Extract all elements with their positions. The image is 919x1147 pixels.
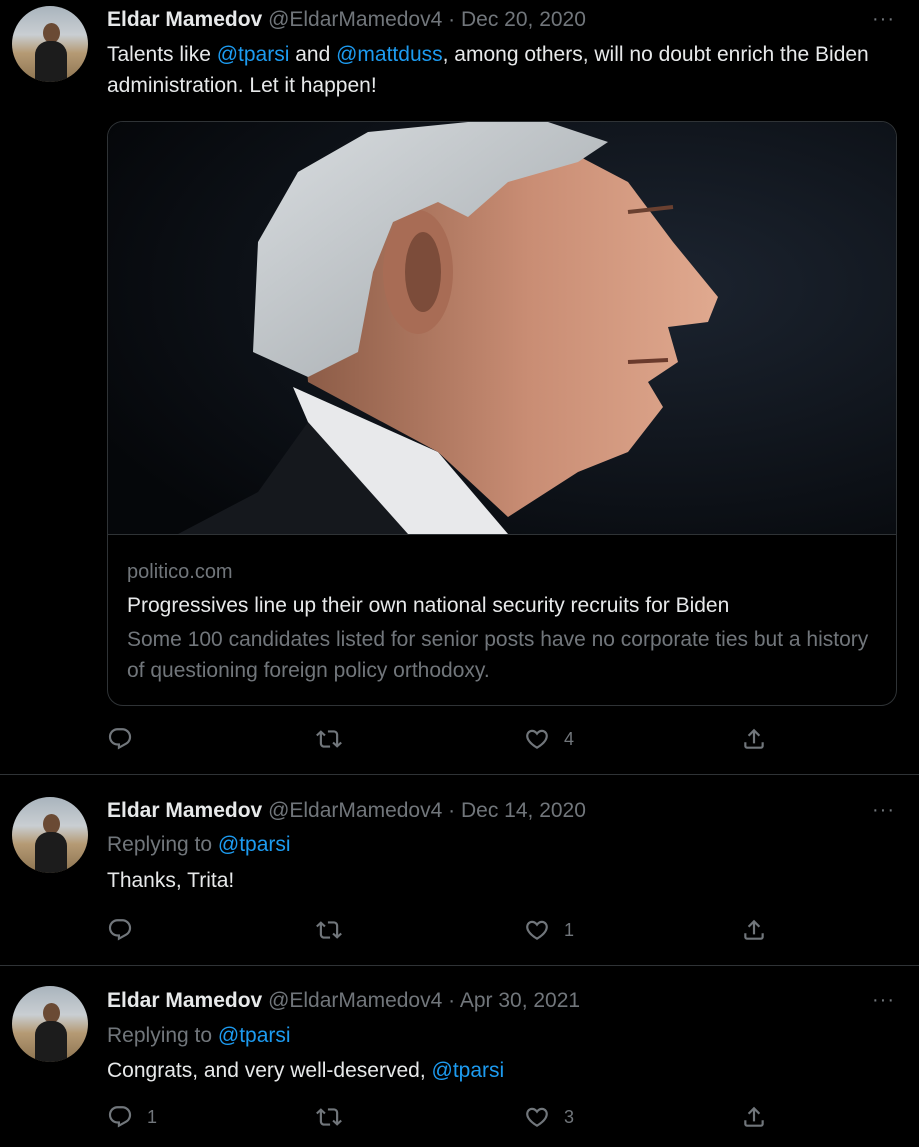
author-handle[interactable]: @EldarMamedov4 [268, 799, 442, 822]
tweet-actions: 1 3 [0, 1104, 919, 1134]
share-button[interactable] [741, 1104, 767, 1130]
avatar[interactable] [12, 797, 88, 873]
separator-dot: · [448, 989, 456, 1012]
card-title[interactable]: Progressives line up their own national … [127, 592, 729, 620]
retweet-icon [316, 726, 342, 752]
reply-icon [107, 726, 133, 752]
share-button[interactable] [741, 726, 767, 752]
separator-dot: · [448, 8, 456, 31]
tweet-actions: 1 [0, 917, 919, 947]
card-domain: politico.com [127, 561, 233, 583]
tweet-date[interactable]: Dec 20, 2020 [461, 8, 586, 31]
replying-label: Replying to [107, 1024, 218, 1047]
mention-link[interactable]: @mattduss [336, 43, 443, 66]
reply-count: 1 [147, 1106, 158, 1127]
tweet-date[interactable]: Apr 30, 2021 [460, 989, 580, 1012]
author-name[interactable]: Eldar Mamedov [107, 8, 262, 31]
tweet-1[interactable]: Eldar Mamedov @EldarMamedov4 · Dec 20, 2… [0, 0, 919, 774]
tweet-text-part: and [289, 43, 337, 66]
card-divider [108, 534, 896, 535]
reply-button[interactable] [107, 917, 147, 943]
like-button[interactable]: 3 [524, 1104, 574, 1130]
like-count: 1 [564, 919, 575, 940]
retweet-button[interactable] [316, 726, 356, 752]
tweet-text: Thanks, Trita! [107, 869, 235, 892]
separator-dot: · [448, 799, 456, 822]
mention-link[interactable]: @tparsi [218, 833, 291, 856]
heart-icon [524, 726, 550, 752]
retweet-icon [316, 1104, 342, 1130]
share-button[interactable] [741, 917, 767, 943]
reply-button[interactable] [107, 726, 147, 752]
author-handle[interactable]: @EldarMamedov4 [268, 989, 442, 1012]
link-card[interactable]: politico.com Progressives line up their … [107, 121, 897, 706]
replying-to: Replying to @tparsi [107, 832, 291, 858]
more-options-icon[interactable]: ··· [872, 9, 895, 29]
like-count: 4 [564, 728, 575, 749]
reply-button[interactable]: 1 [107, 1104, 157, 1130]
share-icon [741, 1104, 767, 1130]
like-button[interactable]: 4 [524, 726, 574, 752]
tweet-text: Talents like @tparsi and @mattduss, amon… [107, 39, 907, 101]
tweet-actions: 4 [0, 726, 919, 756]
retweet-icon [316, 917, 342, 943]
retweet-button[interactable] [316, 917, 356, 943]
heart-icon [524, 917, 550, 943]
avatar[interactable] [12, 986, 88, 1062]
tweet-header: Eldar Mamedov @EldarMamedov4 · Dec 20, 2… [107, 7, 586, 33]
tweet-2[interactable]: Eldar Mamedov @EldarMamedov4 · Dec 14, 2… [0, 775, 919, 965]
tweet-text-part: Talents like [107, 43, 217, 66]
more-options-icon[interactable]: ··· [872, 990, 895, 1010]
like-button[interactable]: 1 [524, 917, 574, 943]
more-options-icon[interactable]: ··· [872, 800, 895, 820]
reply-icon [107, 1104, 133, 1130]
replying-to: Replying to @tparsi [107, 1023, 291, 1049]
author-handle[interactable]: @EldarMamedov4 [268, 8, 442, 31]
tweet-header: Eldar Mamedov @EldarMamedov4 · Dec 14, 2… [107, 798, 586, 824]
card-description: Some 100 candidates listed for senior po… [127, 628, 869, 682]
author-name[interactable]: Eldar Mamedov [107, 989, 262, 1012]
reply-icon [107, 917, 133, 943]
heart-icon [524, 1104, 550, 1130]
author-name[interactable]: Eldar Mamedov [107, 799, 262, 822]
tweet-text-part: Congrats, and very well-deserved, [107, 1059, 432, 1082]
mention-link[interactable]: @tparsi [218, 1024, 291, 1047]
avatar[interactable] [12, 6, 88, 82]
like-count: 3 [564, 1106, 575, 1127]
share-icon [741, 917, 767, 943]
mention-link[interactable]: @tparsi [217, 43, 290, 66]
retweet-button[interactable] [316, 1104, 356, 1130]
tweet-text: Congrats, and very well-deserved, @tpars… [107, 1055, 907, 1086]
mention-link[interactable]: @tparsi [432, 1059, 505, 1082]
tweet-date[interactable]: Dec 14, 2020 [461, 799, 586, 822]
article-photo [108, 122, 896, 534]
tweet-header: Eldar Mamedov @EldarMamedov4 · Apr 30, 2… [107, 988, 580, 1014]
replying-label: Replying to [107, 833, 218, 856]
tweet-3[interactable]: Eldar Mamedov @EldarMamedov4 · Apr 30, 2… [0, 966, 919, 1147]
share-icon [741, 726, 767, 752]
